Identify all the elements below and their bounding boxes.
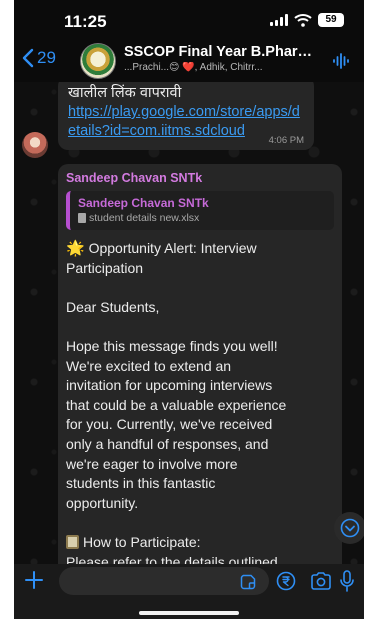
previous-message-bubble[interactable]: खालील लिंक वापरावी https://play.google.c… — [58, 82, 314, 150]
phone-screen: 11:25 59 29 SSCOP Final Year B.Pharm... … — [14, 0, 364, 619]
reply-file: student details new.xlsx — [78, 212, 326, 224]
status-icons: 59 — [270, 13, 344, 27]
message-line: for you. Currently, we've received — [66, 416, 273, 433]
reply-quote[interactable]: Sandeep Chavan SNTk student details new.… — [66, 191, 334, 230]
reply-sender-name: Sandeep Chavan SNTk — [78, 196, 209, 210]
rupee-icon[interactable] — [276, 571, 296, 591]
clipboard-icon — [66, 534, 79, 549]
message-line: only a handful of responses, and — [66, 435, 269, 452]
mic-icon[interactable] — [338, 570, 356, 592]
unread-count: 29 — [37, 48, 56, 67]
message-line: students in this fantastic — [66, 475, 216, 492]
chevron-left-icon — [22, 48, 34, 68]
camera-icon[interactable] — [310, 572, 332, 590]
message-line: 🌟 Opportunity Alert: Interview — [66, 239, 334, 259]
message-line-text: Opportunity Alert: Interview — [84, 240, 257, 256]
file-icon — [78, 213, 86, 223]
reply-file-name: student details new.xlsx — [89, 212, 200, 224]
back-button[interactable]: 29 — [22, 48, 56, 68]
message-line-text: How to Participate: — [83, 533, 201, 550]
sender-avatar[interactable] — [22, 132, 48, 158]
group-title[interactable]: SSCOP Final Year B.Pharm... — [124, 44, 320, 60]
message-timestamp: 4:06 PM — [268, 135, 304, 146]
signal-icon — [270, 14, 288, 26]
message-line: We're excited to extend an — [66, 357, 232, 374]
plus-icon[interactable] — [24, 570, 44, 590]
chat-area[interactable]: खालील लिंक वापरावी https://play.google.c… — [14, 82, 364, 564]
chevron-down-circle-icon — [340, 518, 360, 538]
message-line: we're eager to involve more — [66, 455, 238, 472]
message-line: invitation for upcoming interviews — [66, 377, 273, 394]
audio-waveform-icon[interactable] — [332, 52, 350, 70]
sender-name[interactable]: Sandeep Chavan SNTk — [66, 171, 334, 185]
message-input[interactable] — [59, 567, 269, 595]
sticker-icon[interactable] — [240, 574, 256, 590]
scroll-down-button[interactable] — [334, 512, 364, 544]
message-line: opportunity. — [66, 494, 139, 511]
glowing-star-icon: 🌟 — [66, 240, 85, 257]
battery-icon: 59 — [318, 13, 344, 27]
message-bubble[interactable]: Sandeep Chavan SNTk Sandeep Chavan SNTk … — [58, 164, 342, 564]
message-line: Dear Students, — [66, 298, 160, 315]
chat-header: 29 SSCOP Final Year B.Pharm... ...Prachi… — [14, 40, 364, 82]
message-line: How to Participate: — [66, 533, 334, 553]
previous-message-text: खालील लिंक वापरावी — [68, 85, 182, 101]
status-time: 11:25 — [64, 12, 107, 31]
wifi-icon — [294, 14, 312, 27]
message-line: Hope this message finds you well! — [66, 337, 278, 354]
group-avatar[interactable] — [80, 43, 116, 79]
group-members-preview: ...Prachi...😊 ❤️, Adhik, Chitrr... — [124, 62, 263, 73]
status-bar: 11:25 59 — [14, 0, 364, 40]
message-composer — [14, 564, 364, 619]
home-indicator — [139, 611, 239, 615]
message-line: Please refer to the details outlined — [66, 553, 278, 565]
message-line: that could be a valuable experience — [66, 396, 287, 413]
message-line: Participation — [66, 259, 144, 276]
